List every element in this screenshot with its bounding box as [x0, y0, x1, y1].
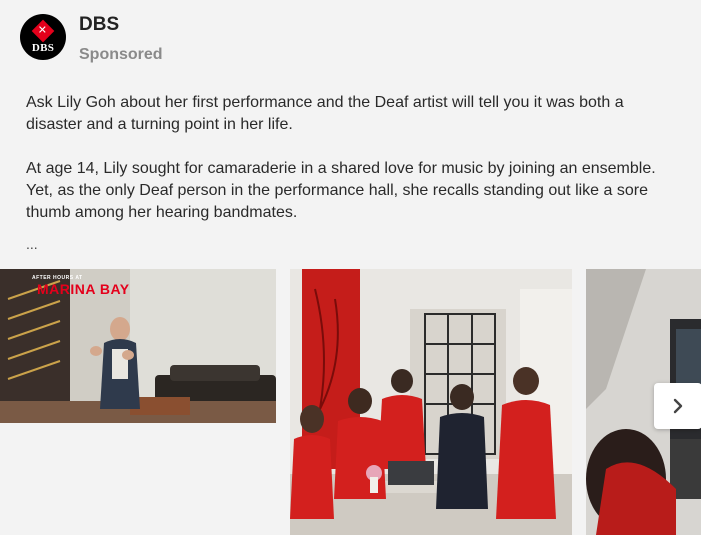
carousel-card-2[interactable] [290, 269, 572, 535]
sponsored-post: ✕ DBS DBS Sponsored Ask Lily Goh about h… [0, 0, 701, 535]
card-title: MARINA BAY [37, 281, 130, 297]
carousel-image-2 [290, 269, 572, 535]
avatar-letters: DBS [31, 41, 55, 54]
post-paragraph: At age 14, Lily sought for camaraderie i… [26, 160, 656, 221]
post-header: ✕ DBS DBS Sponsored [20, 14, 163, 65]
sponsored-label: Sponsored [79, 46, 163, 63]
chevron-right-icon [673, 398, 683, 414]
see-more-ellipsis[interactable]: ... [26, 236, 38, 252]
post-meta: DBS Sponsored [79, 14, 163, 65]
page-name[interactable]: DBS [79, 14, 163, 36]
avatar[interactable]: ✕ DBS [20, 14, 66, 60]
post-paragraph: Ask Lily Goh about her first performance… [26, 94, 624, 133]
post-text: Ask Lily Goh about her first performance… [26, 92, 676, 224]
carousel-next-button[interactable] [654, 383, 701, 429]
dbs-logo-icon: ✕ [31, 19, 55, 42]
carousel-card-1[interactable]: AFTER HOURS AT MARINA BAY [0, 269, 276, 423]
